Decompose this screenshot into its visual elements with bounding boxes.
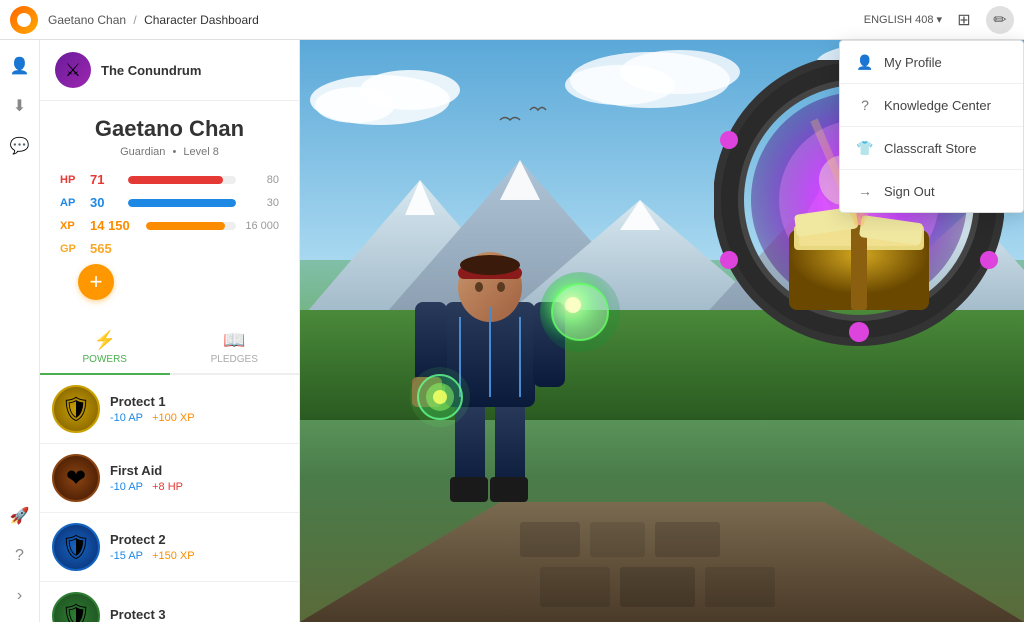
- gp-label: GP: [60, 243, 82, 255]
- spell-orb: [535, 267, 625, 362]
- stats-section: Gaetano Chan Guardian • Level 8 HP 71 80…: [40, 101, 299, 318]
- knowledge-icon: ?: [856, 96, 874, 114]
- dropdown-menu: 👤 My Profile ? Knowledge Center 👕 Classc…: [839, 40, 1024, 213]
- xp-label: XP: [60, 220, 82, 232]
- add-button[interactable]: +: [78, 264, 114, 300]
- character-header: ⚔ The Conundrum: [40, 40, 299, 101]
- lang-selector[interactable]: ENGLISH 408 ▾: [864, 13, 942, 26]
- dropdown-label-signout: Sign Out: [884, 184, 935, 199]
- rocket-icon: 🚀: [10, 506, 30, 526]
- gp-stat-row: GP 565: [60, 241, 279, 256]
- character-role: Guardian • Level 8: [60, 146, 279, 158]
- hp-stat-row: HP 71 80: [60, 172, 279, 187]
- power-cost-protect2: -15 AP +150 XP: [110, 550, 287, 562]
- dropdown-item-signout[interactable]: → Sign Out: [840, 170, 1023, 212]
- hp-max: 80: [244, 174, 279, 186]
- dropdown-item-knowledge[interactable]: ? Knowledge Center: [840, 84, 1023, 127]
- power-icon-firstaid: ❤: [52, 454, 100, 502]
- sidebar-item-rocket[interactable]: 🚀: [4, 500, 36, 532]
- sidebar-item-user[interactable]: 👤: [4, 50, 36, 82]
- ap-label: AP: [60, 197, 82, 209]
- ap-current: 30: [90, 195, 120, 210]
- sidebar-item-help[interactable]: ?: [4, 540, 36, 572]
- powers-list: 🛡 Protect 1 -10 AP +100 XP ❤ First Aid -…: [40, 375, 299, 622]
- power-item-firstaid[interactable]: ❤ First Aid -10 AP +8 HP: [40, 444, 299, 513]
- sidebar-bottom: 🚀 ? ›: [4, 500, 36, 622]
- store-icon: 👕: [856, 139, 874, 157]
- character-avatar: ⚔: [55, 52, 91, 88]
- chevron-right-icon: ›: [17, 587, 22, 605]
- ap-bar-fill: [128, 199, 236, 207]
- ap-max: 30: [244, 197, 279, 209]
- xp-bar-fill: [146, 222, 225, 230]
- power-name-protect2: Protect 2: [110, 532, 287, 547]
- dropdown-item-store[interactable]: 👕 Classcraft Store: [840, 127, 1023, 170]
- power-icon-protect3: 🛡: [52, 592, 100, 622]
- power-name-firstaid: First Aid: [110, 463, 287, 478]
- top-bar-right: ENGLISH 408 ▾ ⊞ ✏: [864, 6, 1014, 34]
- powers-tab-label: POWERS: [83, 354, 127, 365]
- profile-icon: 👤: [856, 53, 874, 71]
- download-icon: ⬇: [13, 96, 26, 116]
- tab-pledges[interactable]: 📖 PLEDGES: [170, 322, 300, 375]
- dropdown-label-store: Classcraft Store: [884, 141, 976, 156]
- power-name-protect1: Protect 1: [110, 394, 287, 409]
- dropdown-label-knowledge: Knowledge Center: [884, 98, 991, 113]
- xp-max: 16 000: [244, 220, 279, 232]
- character-panel: ⚔ The Conundrum Gaetano Chan Guardian • …: [40, 40, 300, 622]
- power-item-protect2[interactable]: 🛡 Protect 2 -15 AP +150 XP: [40, 513, 299, 582]
- power-item-protect1[interactable]: 🛡 Protect 1 -10 AP +100 XP: [40, 375, 299, 444]
- sidebar-item-download[interactable]: ⬇: [4, 90, 36, 122]
- tabs-row: ⚡ POWERS 📖 PLEDGES: [40, 322, 299, 375]
- breadcrumb: Gaetano Chan / Character Dashboard: [48, 13, 259, 27]
- ap-stat-row: AP 30 30: [60, 195, 279, 210]
- xp-bar: [146, 222, 236, 230]
- powers-tab-icon: ⚡: [94, 330, 116, 351]
- character-header-name: The Conundrum: [101, 63, 201, 78]
- user-avatar-icon[interactable]: ✏: [986, 6, 1014, 34]
- power-icon-protect1: 🛡: [52, 385, 100, 433]
- tab-powers[interactable]: ⚡ POWERS: [40, 322, 170, 375]
- power-cost-firstaid: -10 AP +8 HP: [110, 481, 287, 493]
- dropdown-item-profile[interactable]: 👤 My Profile: [840, 41, 1023, 84]
- ap-bar: [128, 199, 236, 207]
- hp-current: 71: [90, 172, 120, 187]
- notifications-icon[interactable]: ⊞: [954, 10, 974, 30]
- gp-value: 565: [90, 241, 120, 256]
- pledges-tab-label: PLEDGES: [211, 354, 258, 365]
- help-icon: ?: [15, 547, 24, 565]
- xp-current: 14 150: [90, 218, 130, 233]
- orb-svg: [535, 267, 625, 357]
- signout-icon: →: [856, 182, 874, 200]
- app-logo[interactable]: [10, 6, 38, 34]
- breadcrumb-page: Character Dashboard: [144, 13, 259, 27]
- power-cost-protect1: -10 AP +100 XP: [110, 412, 287, 424]
- chat-icon: 💬: [10, 136, 30, 156]
- left-sidebar: 👤 ⬇ 💬 🚀 ? ›: [0, 40, 40, 622]
- top-bar: Gaetano Chan / Character Dashboard ENGLI…: [0, 0, 1024, 40]
- pledges-tab-icon: 📖: [223, 330, 245, 351]
- breadcrumb-user[interactable]: Gaetano Chan: [48, 13, 126, 27]
- power-icon-protect2: 🛡: [52, 523, 100, 571]
- xp-stat-row: XP 14 150 16 000: [60, 218, 279, 233]
- sidebar-item-chevron[interactable]: ›: [4, 580, 36, 612]
- power-item-protect3[interactable]: 🛡 Protect 3: [40, 582, 299, 622]
- power-name-protect3: Protect 3: [110, 607, 287, 622]
- character-name: Gaetano Chan: [60, 116, 279, 142]
- sidebar-item-chat[interactable]: 💬: [4, 130, 36, 162]
- hp-bar-fill: [128, 176, 223, 184]
- hp-bar: [128, 176, 236, 184]
- dropdown-label-profile: My Profile: [884, 55, 942, 70]
- user-icon: 👤: [10, 56, 30, 76]
- hp-label: HP: [60, 174, 82, 186]
